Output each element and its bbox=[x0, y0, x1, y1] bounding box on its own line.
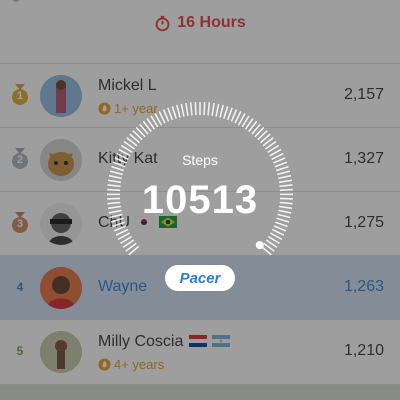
gauge-tick bbox=[167, 107, 174, 121]
gauge-tick bbox=[162, 109, 170, 122]
steps-value: 10513 bbox=[141, 178, 259, 222]
gauge-tick bbox=[185, 102, 189, 117]
gauge-tick bbox=[189, 102, 193, 116]
gauge-tick bbox=[273, 225, 287, 232]
gauge-tick bbox=[207, 102, 211, 116]
gauge-tick bbox=[180, 103, 185, 117]
gauge-tick bbox=[219, 104, 224, 118]
gauge-tick bbox=[171, 105, 177, 119]
gauge-tick bbox=[194, 102, 197, 116]
gauge-progress-dot bbox=[255, 241, 264, 250]
gauge-tick bbox=[109, 170, 123, 176]
gauge-tick bbox=[176, 104, 181, 118]
pacer-logo: Pacer bbox=[165, 265, 235, 291]
gauge-tick bbox=[226, 107, 233, 121]
gauge-tick bbox=[203, 102, 206, 116]
gauge-tick bbox=[215, 103, 220, 117]
gauge-tick bbox=[223, 105, 229, 119]
steps-label: Steps bbox=[182, 152, 218, 168]
gauge-tick bbox=[277, 170, 291, 176]
gauge-tick bbox=[113, 225, 127, 232]
step-counter-overlay: Steps 10513 Pacer bbox=[0, 0, 400, 400]
gauge-tick bbox=[211, 102, 215, 117]
gauge-tick bbox=[230, 109, 238, 122]
